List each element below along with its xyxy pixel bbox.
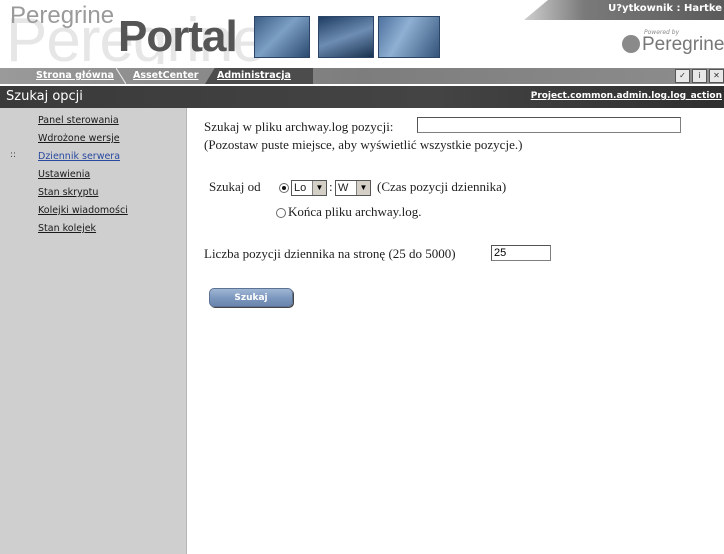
search-button[interactable]: Szukaj — [209, 288, 293, 307]
active-marker-icon: :: — [10, 150, 17, 160]
sidebar-item-label[interactable]: Ustawienia — [38, 169, 90, 180]
sidebar-item-label[interactable]: Dziennik serwera — [38, 151, 120, 162]
logo-text-peregrine: Peregrine — [10, 2, 115, 29]
nav-icons: ✓ i ✕ — [675, 69, 724, 83]
peregrine-logo-icon — [622, 35, 640, 53]
search-label: Szukaj w pliku archway.log pozycji: — [204, 119, 394, 134]
time-separator: : — [329, 179, 333, 194]
powered-by-name: Peregrine — [642, 34, 724, 55]
tab-home[interactable]: Strona główna — [36, 68, 114, 84]
search-from-label: Szukaj od — [209, 179, 261, 194]
title-bar: Szukaj opcji Project.common.admin.log.lo… — [0, 86, 724, 108]
end-of-file-label: Końca pliku archway.log. — [288, 204, 422, 219]
per-page-input[interactable] — [491, 245, 551, 261]
main-content: Szukaj w pliku archway.log pozycji: (Poz… — [187, 108, 724, 554]
powered-by-logo: Powered by Peregrine — [602, 29, 724, 55]
close-icon[interactable]: ✕ — [709, 69, 724, 83]
logo-text-portal: Portal — [118, 12, 238, 61]
nav-bar: Strona główna AssetCenter Administracja … — [0, 64, 724, 86]
time-note: (Czas pozycji dziennika) — [377, 179, 507, 194]
sidebar-item-label[interactable]: Wdrożone wersje — [38, 133, 120, 144]
radio-search-from-time[interactable] — [279, 183, 289, 193]
header-photo-1 — [254, 16, 310, 58]
sidebar-item-label[interactable]: Kolejki wiadomości — [38, 205, 128, 216]
sidebar-item-label[interactable]: Stan kolejek — [38, 223, 96, 234]
sidebar-item-stan-skryptu[interactable]: Stan skryptu — [0, 184, 186, 202]
page-path-link[interactable]: Project.common.admin.log.log_action — [531, 91, 722, 101]
sidebar-item-ustawienia[interactable]: Ustawienia — [0, 166, 186, 184]
sidebar-item-stan-kolejek[interactable]: Stan kolejek — [0, 220, 186, 238]
sidebar-item-label[interactable]: Stan skryptu — [38, 187, 98, 198]
sidebar-item-wdrozone-wersje[interactable]: Wdrożone wersje — [0, 130, 186, 148]
sidebar-item-dziennik-serwera[interactable]: :: Dziennik serwera — [0, 148, 186, 166]
select-time-first[interactable]: Lo ▼ — [291, 180, 327, 196]
check-icon[interactable]: ✓ — [675, 69, 690, 83]
radio-search-from-end[interactable] — [276, 208, 286, 218]
sidebar-item-label[interactable]: Panel sterowania — [38, 115, 119, 126]
search-input[interactable] — [417, 117, 681, 133]
sidebar-item-kolejki-wiadomosci[interactable]: Kolejki wiadomości — [0, 202, 186, 220]
select-value: Lo — [294, 182, 307, 194]
info-icon[interactable]: i — [692, 69, 707, 83]
header-photo-2 — [318, 16, 374, 58]
select-value: W — [338, 182, 349, 194]
per-page-label: Liczba pozycji dziennika na stronę (25 d… — [204, 246, 456, 261]
tab-administracja[interactable]: Administracja — [205, 68, 313, 84]
search-hint: (Pozostaw puste miejsce, aby wyświetlić … — [204, 137, 523, 152]
page-title: Szukaj opcji — [6, 89, 83, 104]
tab-assetcenter[interactable]: AssetCenter — [133, 68, 199, 84]
select-time-second[interactable]: W ▼ — [335, 180, 371, 196]
sidebar-item-panel-sterowania[interactable]: Panel sterowania — [0, 112, 186, 130]
header: Peregrine Peregrine Portal U?ytkownik : … — [0, 0, 724, 64]
sidebar: Panel sterowania Wdrożone wersje :: Dzie… — [0, 108, 187, 554]
header-photo-3 — [378, 16, 440, 58]
nav-separator — [116, 68, 126, 84]
user-label: U?ytkownik : Hartke — [608, 3, 722, 14]
chevron-down-icon: ▼ — [356, 181, 370, 195]
chevron-down-icon: ▼ — [312, 181, 326, 195]
